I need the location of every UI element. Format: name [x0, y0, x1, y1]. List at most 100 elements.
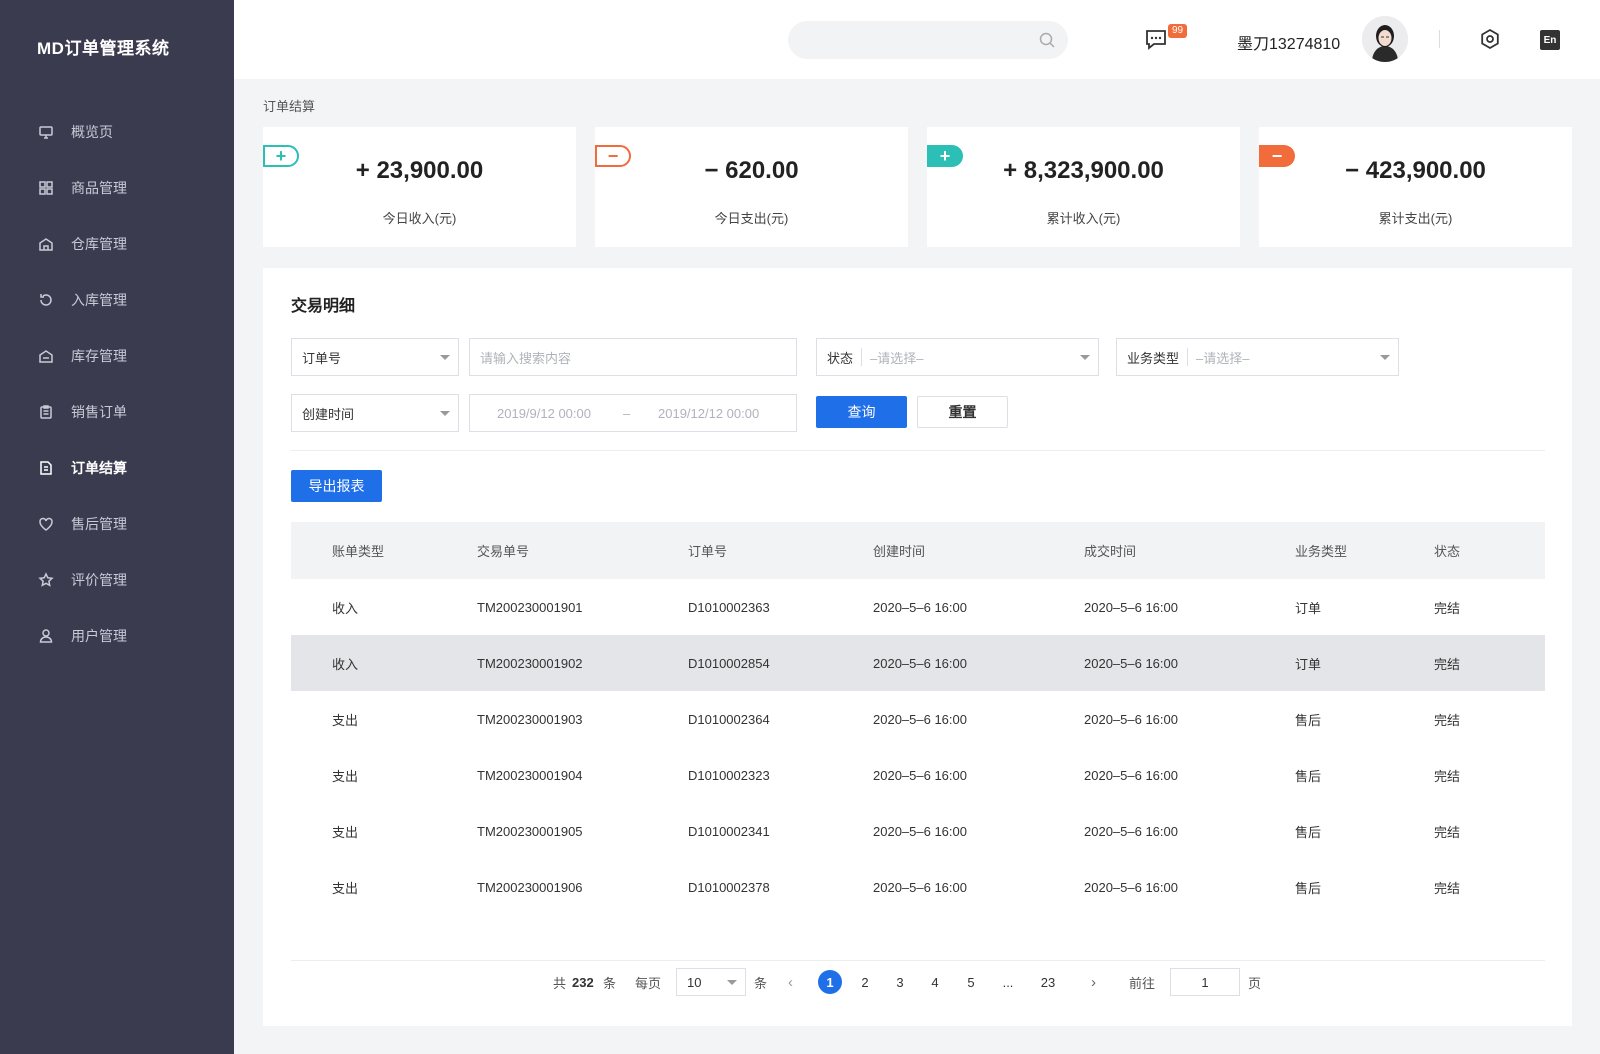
user-icon: [37, 627, 55, 645]
divider: [291, 450, 1545, 451]
sidebar-item-products[interactable]: 商品管理: [0, 160, 234, 216]
cell-deal-time: 2020–5–6 16:00: [1084, 599, 1178, 615]
caret-down-icon: [440, 411, 450, 416]
date-range-picker[interactable]: 2019/9/12 00:00 – 2019/12/12 00:00: [469, 394, 797, 432]
sidebar-item-label: 商品管理: [71, 180, 127, 196]
page-button[interactable]: 2: [853, 970, 877, 994]
biztype-select[interactable]: 业务类型 –请选择–: [1116, 338, 1399, 376]
sidebar-item-reviews[interactable]: 评价管理: [0, 552, 234, 608]
stat-value: + 8,323,900.00: [1003, 157, 1164, 184]
avatar[interactable]: [1362, 16, 1408, 62]
cell-deal-time: 2020–5–6 16:00: [1084, 711, 1178, 727]
cell-created-time: 2020–5–6 16:00: [873, 655, 967, 671]
sidebar-item-inbound[interactable]: 入库管理: [0, 272, 234, 328]
status-label: 状态: [827, 350, 854, 366]
per-page-select[interactable]: 10: [676, 968, 746, 996]
breadcrumb: 订单结算: [263, 99, 316, 114]
message-icon[interactable]: [1144, 28, 1168, 50]
table-row[interactable]: 收入 TM200230001902 D1010002854 2020–5–6 1…: [291, 635, 1545, 691]
sidebar-item-users[interactable]: 用户管理: [0, 608, 234, 664]
page-ellipsis[interactable]: ...: [996, 970, 1020, 994]
sidebar-item-label: 订单结算: [71, 460, 127, 476]
caret-down-icon: [1380, 355, 1390, 360]
search-field[interactable]: 请输入搜索内容: [469, 338, 797, 376]
status-select[interactable]: 状态 –请选择–: [816, 338, 1099, 376]
table-row[interactable]: 收入 TM200230001901 D1010002363 2020–5–6 1…: [291, 579, 1545, 635]
goto-page-input[interactable]: 1: [1170, 968, 1240, 996]
language-toggle[interactable]: En: [1540, 30, 1560, 50]
cell-biz-type: 订单: [1295, 656, 1322, 672]
pagination: 共 232 条 每页 10 条 ‹ 1 2 3 4 5 ... 23 › 前往 …: [263, 968, 1572, 996]
transactions-table: 账单类型 交易单号 订单号 创建时间 成交时间 业务类型 状态 收入 TM200…: [291, 522, 1545, 915]
page-button[interactable]: 5: [959, 970, 983, 994]
page-button[interactable]: 3: [888, 970, 912, 994]
sidebar-item-label: 售后管理: [71, 516, 127, 532]
per-page-suffix: 条: [754, 975, 768, 991]
page-button[interactable]: 1: [818, 970, 842, 994]
sidebar-item-after-sales[interactable]: 售后管理: [0, 496, 234, 552]
date-start[interactable]: 2019/9/12 00:00: [497, 406, 611, 421]
cell-status: 完结: [1434, 824, 1461, 840]
sidebar-item-inventory[interactable]: 库存管理: [0, 328, 234, 384]
table-row[interactable]: 支出 TM200230001904 D1010002323 2020–5–6 1…: [291, 747, 1545, 803]
sidebar-item-label: 入库管理: [71, 292, 127, 308]
cell-deal-time: 2020–5–6 16:00: [1084, 655, 1178, 671]
cell-order-no: D1010002341: [688, 823, 770, 839]
cell-status: 完结: [1434, 768, 1461, 784]
search-input[interactable]: [788, 21, 1068, 59]
column-header: 创建时间: [873, 544, 926, 559]
table-row[interactable]: 支出 TM200230001906 D1010002378 2020–5–6 1…: [291, 859, 1545, 915]
sidebar-item-label: 库存管理: [71, 348, 127, 364]
field-select[interactable]: 订单号: [291, 338, 459, 376]
app-title: MD订单管理系统: [37, 39, 170, 58]
column-header: 业务类型: [1295, 544, 1348, 559]
sidebar-item-overview[interactable]: 概览页: [0, 104, 234, 160]
page-button[interactable]: 23: [1033, 970, 1063, 994]
sidebar-item-label: 评价管理: [71, 572, 127, 588]
search-icon[interactable]: [1038, 31, 1056, 49]
stat-card-today-expense: − − 620.00 今日支出(元): [595, 127, 908, 247]
table-row[interactable]: 支出 TM200230001905 D1010002341 2020–5–6 1…: [291, 803, 1545, 859]
goto-suffix: 页: [1248, 975, 1262, 991]
cell-bill-type: 支出: [332, 712, 359, 728]
cell-status: 完结: [1434, 712, 1461, 728]
column-header: 订单号: [688, 544, 728, 559]
chevron-right-icon[interactable]: ›: [1091, 968, 1096, 996]
stat-card-total-expense: − − 423,900.00 累计支出(元): [1259, 127, 1572, 247]
status-placeholder: –请选择–: [870, 350, 924, 366]
cell-transaction-no: TM200230001903: [477, 711, 583, 727]
caret-down-icon: [727, 980, 737, 985]
cell-biz-type: 售后: [1295, 768, 1322, 784]
page-button[interactable]: 4: [923, 970, 947, 994]
time-type-select[interactable]: 创建时间: [291, 394, 459, 432]
cell-deal-time: 2020–5–6 16:00: [1084, 767, 1178, 783]
stat-label: 今日支出(元): [714, 211, 789, 226]
sidebar-item-sales-orders[interactable]: 销售订单: [0, 384, 234, 440]
sidebar-item-settlement[interactable]: 订单结算: [0, 440, 234, 496]
settings-icon[interactable]: [1479, 28, 1501, 50]
heart-icon: [37, 515, 55, 533]
table-row[interactable]: 支出 TM200230001903 D1010002364 2020–5–6 1…: [291, 691, 1545, 747]
stat-value: + 23,900.00: [355, 157, 484, 184]
sidebar: MD订单管理系统 概览页 商品管理 仓库管理 入库管理 库存管理 销售订单 订单…: [0, 0, 234, 1054]
field-select-value: 订单号: [302, 350, 342, 366]
transactions-panel: 交易明细 订单号 请输入搜索内容 状态 –请选择– 业务类型 –请选择– 创建时…: [263, 268, 1572, 1026]
cell-transaction-no: TM200230001901: [477, 599, 583, 615]
username[interactable]: 墨刀13274810: [1237, 30, 1340, 54]
inbound-icon: [37, 291, 55, 309]
chevron-left-icon[interactable]: ‹: [788, 968, 793, 996]
sidebar-item-warehouse[interactable]: 仓库管理: [0, 216, 234, 272]
total-count: 232: [572, 974, 594, 990]
sidebar-item-label: 仓库管理: [71, 236, 127, 252]
cell-biz-type: 售后: [1295, 712, 1322, 728]
biztype-placeholder: –请选择–: [1196, 350, 1250, 366]
top-header: 99 墨刀13274810 En: [234, 0, 1600, 79]
panel-title: 交易明细: [291, 298, 356, 315]
stat-value: − 423,900.00: [1345, 157, 1486, 184]
query-button[interactable]: 查询: [816, 396, 907, 428]
export-button[interactable]: 导出报表: [291, 470, 382, 502]
cell-bill-type: 支出: [332, 880, 359, 896]
date-end[interactable]: 2019/12/12 00:00: [658, 406, 759, 421]
cell-status: 完结: [1434, 880, 1461, 896]
reset-button[interactable]: 重置: [917, 396, 1008, 428]
